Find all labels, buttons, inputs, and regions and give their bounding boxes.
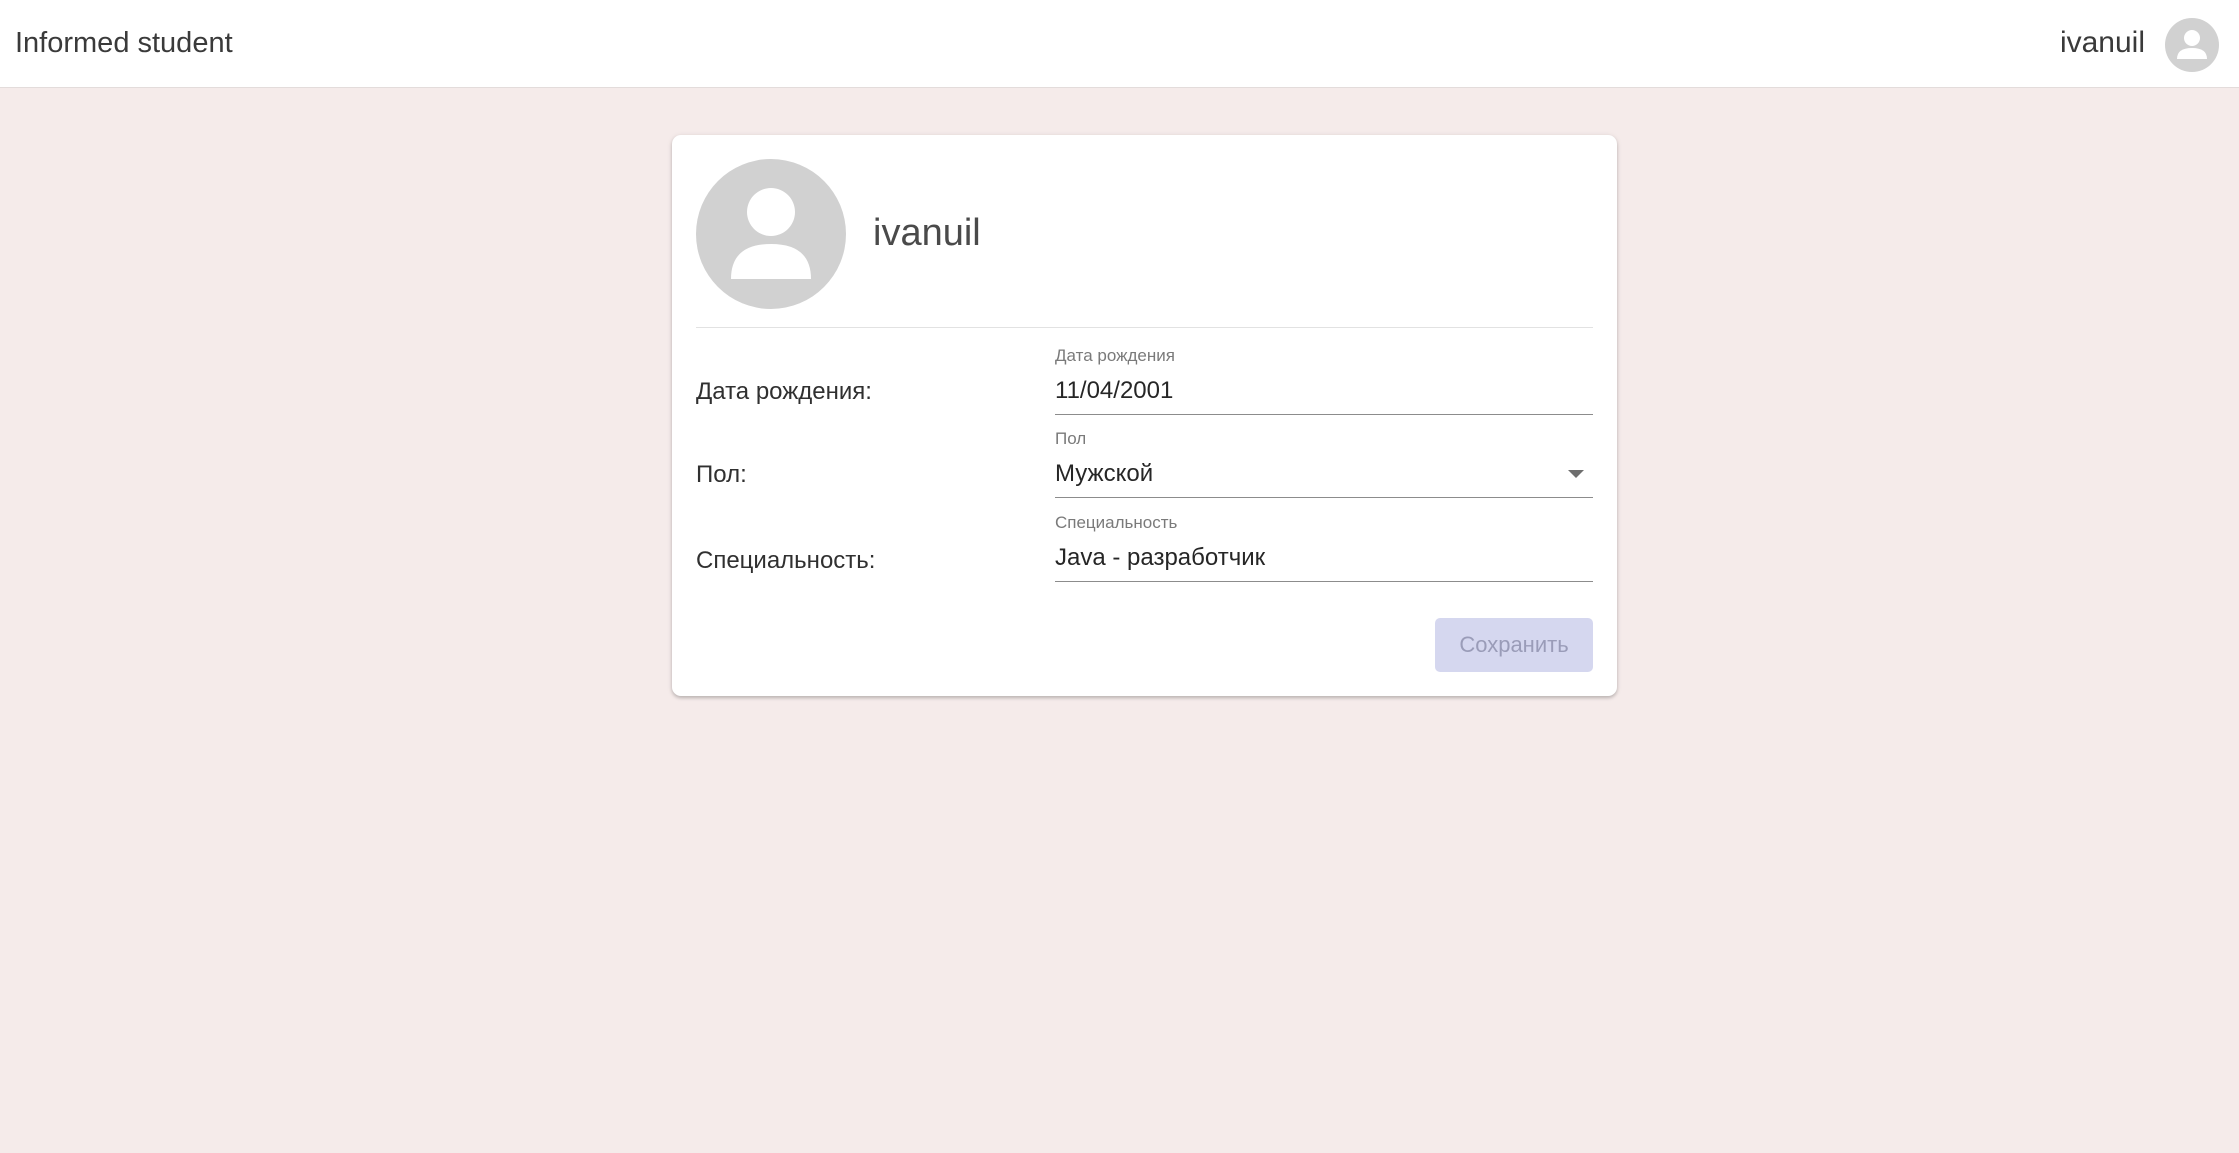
save-button[interactable]: Сохранить — [1435, 618, 1593, 672]
profile-card: ivanuil Дата рождения: Дата рождения Пол… — [672, 135, 1617, 696]
specialty-field-caption: Специальность — [1055, 513, 1178, 532]
specialty-field[interactable]: Специальность — [1055, 513, 1593, 597]
dropdown-arrow-icon[interactable] — [1568, 470, 1584, 478]
specialty-input[interactable] — [1055, 544, 1555, 572]
specialty-row-label: Специальность: — [696, 547, 876, 574]
divider — [696, 327, 1593, 328]
app-title: Informed student — [15, 27, 233, 59]
birthdate-field-caption: Дата рождения — [1055, 346, 1175, 365]
gender-selected-value[interactable]: Мужской — [1055, 460, 1555, 488]
birthdate-underline — [1055, 414, 1593, 415]
birthdate-input[interactable] — [1055, 377, 1555, 405]
specialty-underline — [1055, 581, 1593, 582]
top-app-bar: Informed student ivanuil — [0, 0, 2239, 88]
profile-username: ivanuil — [873, 212, 981, 254]
header-avatar-person-icon[interactable] — [2165, 18, 2219, 72]
birthdate-row-label: Дата рождения: — [696, 378, 872, 405]
header-username[interactable]: ivanuil — [2060, 26, 2145, 60]
birthdate-field[interactable]: Дата рождения — [1055, 346, 1593, 430]
gender-select[interactable]: Пол Мужской — [1055, 429, 1593, 513]
gender-underline — [1055, 497, 1593, 498]
gender-field-caption: Пол — [1055, 429, 1087, 448]
profile-avatar-person-icon — [696, 159, 846, 309]
gender-row-label: Пол: — [696, 461, 747, 488]
